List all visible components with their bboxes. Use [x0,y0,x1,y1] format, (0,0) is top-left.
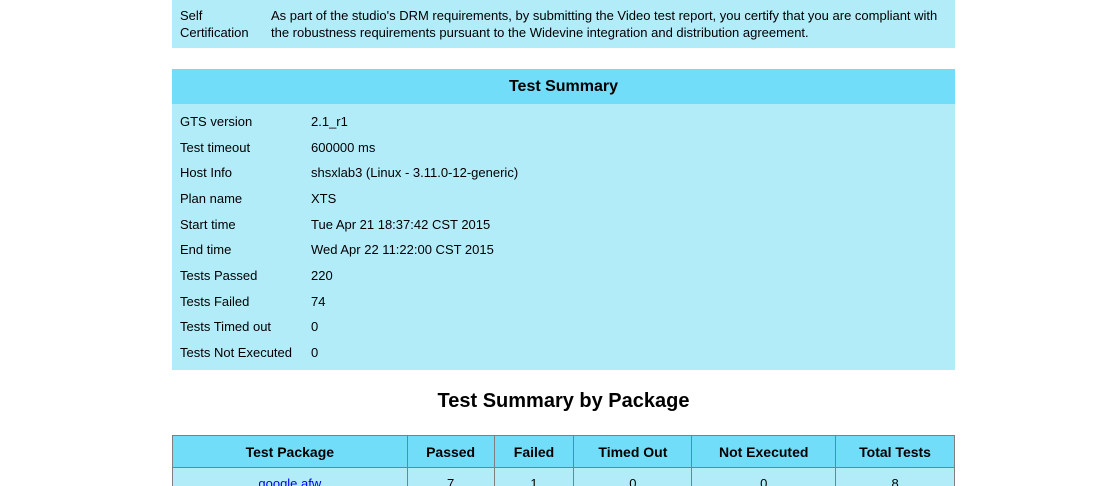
summary-row: Tests Failed 74 [172,291,955,317]
passed-cell: 7 [406,467,495,486]
report-page: Self Certification As part of the studio… [0,0,1103,486]
summary-row-label: Start time [180,216,236,232]
summary-row: Host Info shsxlab3 (Linux - 3.11.0-12-gen… [172,162,955,188]
summary-row-value: Tue Apr 21 18:37:42 CST 2015 [311,216,491,232]
summary-row-value: 2.1_r1 [311,114,348,129]
package-link[interactable]: google.afw [258,476,321,486]
test-summary-rows: GTS version 2.1_r1 Test timeout 600000 ms Ho… [172,104,955,368]
summary-row-value: Wed Apr 22 11:22:00 CST 2015 [311,242,494,258]
summary-row-label: Tests Passed [180,267,258,283]
summary-row: GTS version 2.1_r1 [172,111,955,137]
summary-row-value: shsxlab3 (Linux - 3.11.0-12-generic) [311,165,519,181]
summary-row: Tests Not Executed 0 [172,342,955,368]
failed-cell: 1 [493,467,575,486]
summary-row-label: Plan name [180,190,243,206]
test-summary-title: Test Summary [172,69,955,104]
summary-row-label: Tests Failed [180,293,250,309]
summary-row: Tests Passed 220 [172,265,955,291]
summary-row: Test timeout 600000 ms [172,137,955,163]
self-certification-label: Self Certification [180,8,249,40]
summary-row: Start time Tue Apr 21 18:37:42 CST 2015 [172,214,955,240]
summary-row-value: 0 [311,344,319,360]
summary-row-value: 74 [311,293,326,309]
column-header-passed: Passed [406,435,495,468]
summary-row-label: GTS version [180,114,253,129]
summary-row-label: Test timeout [180,139,251,155]
summary-row: End time Wed Apr 22 11:22:00 CST 2015 [172,239,955,265]
summary-row-value: 0 [311,319,319,335]
column-header-failed: Failed [493,435,575,468]
summary-row-value: XTS [311,190,337,206]
column-header-total-tests: Total Tests [835,435,955,468]
summary-row-label: End time [180,242,232,258]
summary-row: Plan name XTS [172,188,955,214]
package-summary-table: Test Package Passed Failed Timed Out Not… [172,435,955,486]
summary-row-label: Tests Timed out [180,319,272,335]
self-certification-box: Self Certification As part of the studio… [172,0,955,48]
table-row: google.afw 7 1 0 0 8 [172,467,955,486]
self-certification-text: As part of the studio's DRM requirements… [271,8,938,40]
summary-row-value: 600000 ms [311,139,376,155]
column-header-timed-out: Timed Out [573,435,693,468]
package-cell: google.afw [172,467,408,486]
summary-row: Tests Timed out 0 [172,316,955,342]
timed-out-cell: 0 [573,467,693,486]
summary-row-label: Host Info [180,165,233,181]
not-executed-cell: 0 [691,467,837,486]
package-table-header-row: Test Package Passed Failed Timed Out Not… [172,435,955,468]
total-tests-cell: 8 [835,467,955,486]
column-header-test-package: Test Package [172,435,408,468]
column-header-not-executed: Not Executed [691,435,837,468]
package-summary-title: Test Summary by Package [437,390,690,412]
test-summary-table: Test Summary GTS version 2.1_r1 Test timeo… [172,69,955,370]
summary-row-label: Tests Not Executed [180,344,292,360]
summary-row-value: 220 [311,267,333,283]
